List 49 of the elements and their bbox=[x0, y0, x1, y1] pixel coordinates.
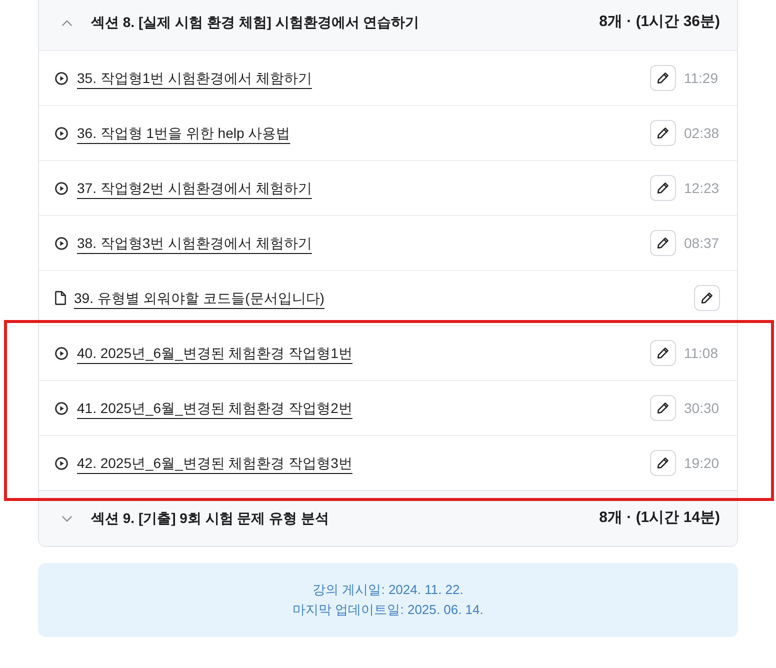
pencil-icon bbox=[657, 402, 669, 414]
edit-button[interactable] bbox=[650, 395, 676, 421]
play-circle-icon bbox=[55, 72, 68, 84]
pencil-icon bbox=[657, 347, 669, 359]
lesson-duration: 12:23 bbox=[684, 178, 718, 198]
pencil-icon bbox=[657, 72, 669, 84]
section-summary: 8개 · (1시간 36분) bbox=[599, 12, 720, 32]
lesson-link[interactable]: 40. 2025년_6월_변경된 체험환경 작업형1번 bbox=[77, 342, 352, 364]
pencil-icon bbox=[657, 237, 669, 249]
play-circle-icon bbox=[55, 182, 68, 194]
lesson-duration: 08:37 bbox=[684, 234, 718, 252]
lesson-duration: 30:30 bbox=[684, 398, 718, 418]
lesson-link[interactable]: 37. 작업형2번 시험환경에서 체험하기 bbox=[77, 178, 312, 198]
play-circle-icon bbox=[55, 126, 68, 140]
edit-button[interactable] bbox=[650, 120, 676, 146]
edit-button[interactable] bbox=[694, 285, 720, 311]
lesson-link[interactable]: 38. 작업형3번 시험환경에서 체험하기 bbox=[77, 232, 312, 254]
lesson-duration: 11:08 bbox=[684, 344, 718, 362]
edit-button[interactable] bbox=[650, 340, 676, 366]
lesson-link[interactable]: 39. 유형별 외워야할 코드들(문서입니다) bbox=[74, 288, 324, 308]
edit-button[interactable] bbox=[650, 175, 676, 201]
lesson-link[interactable]: 36. 작업형 1번을 위한 help 사용법 bbox=[77, 122, 290, 144]
section-header[interactable]: 섹션 8. [실제 시험 환경 체험] 시험환경에서 연습하기 8개 · (1시간 36분) bbox=[39, 0, 737, 50]
section-title: 섹션 9. [기출] 9회 시험 문제 유형 분석 bbox=[91, 509, 330, 528]
pencil-icon bbox=[701, 292, 713, 304]
section-summary: 8개 · (1시간 14분) bbox=[599, 508, 720, 528]
section-title: 섹션 8. [실제 시험 환경 체험] 시험환경에서 연습하기 bbox=[91, 13, 420, 32]
edit-button[interactable] bbox=[650, 450, 676, 476]
chevron-up-icon bbox=[62, 20, 72, 26]
lesson-duration: 11:29 bbox=[684, 68, 718, 88]
info-text: 마지막 업데이트일: 2025. 06. 14. bbox=[292, 601, 484, 619]
lesson-link[interactable]: 35. 작업형1번 시험환경에서 체함하기 bbox=[77, 68, 312, 88]
play-circle-icon bbox=[55, 346, 68, 360]
info-text: 강의 게시일: 2024. 11. 22. bbox=[312, 581, 464, 599]
play-circle-icon bbox=[55, 456, 68, 470]
lesson-link[interactable]: 41. 2025년_6월_변경된 체험환경 작업형2번 bbox=[77, 398, 352, 418]
edit-button[interactable] bbox=[650, 65, 676, 91]
lesson-duration: 02:38 bbox=[684, 124, 718, 142]
edit-button[interactable] bbox=[650, 230, 676, 256]
play-circle-icon bbox=[55, 402, 68, 414]
chevron-down-icon bbox=[62, 516, 72, 522]
play-circle-icon bbox=[55, 236, 68, 250]
pencil-icon bbox=[657, 457, 669, 469]
pencil-icon bbox=[657, 127, 669, 139]
lesson-duration: 19:20 bbox=[684, 454, 718, 472]
pencil-icon bbox=[657, 182, 669, 194]
lesson-link[interactable]: 42. 2025년_6월_변경된 체험환경 작업형3번 bbox=[77, 452, 352, 474]
section-header[interactable]: 섹션 9. [기출] 9회 시험 문제 유형 분석 8개 · (1시간 14분) bbox=[39, 490, 737, 546]
document-icon bbox=[55, 291, 66, 305]
